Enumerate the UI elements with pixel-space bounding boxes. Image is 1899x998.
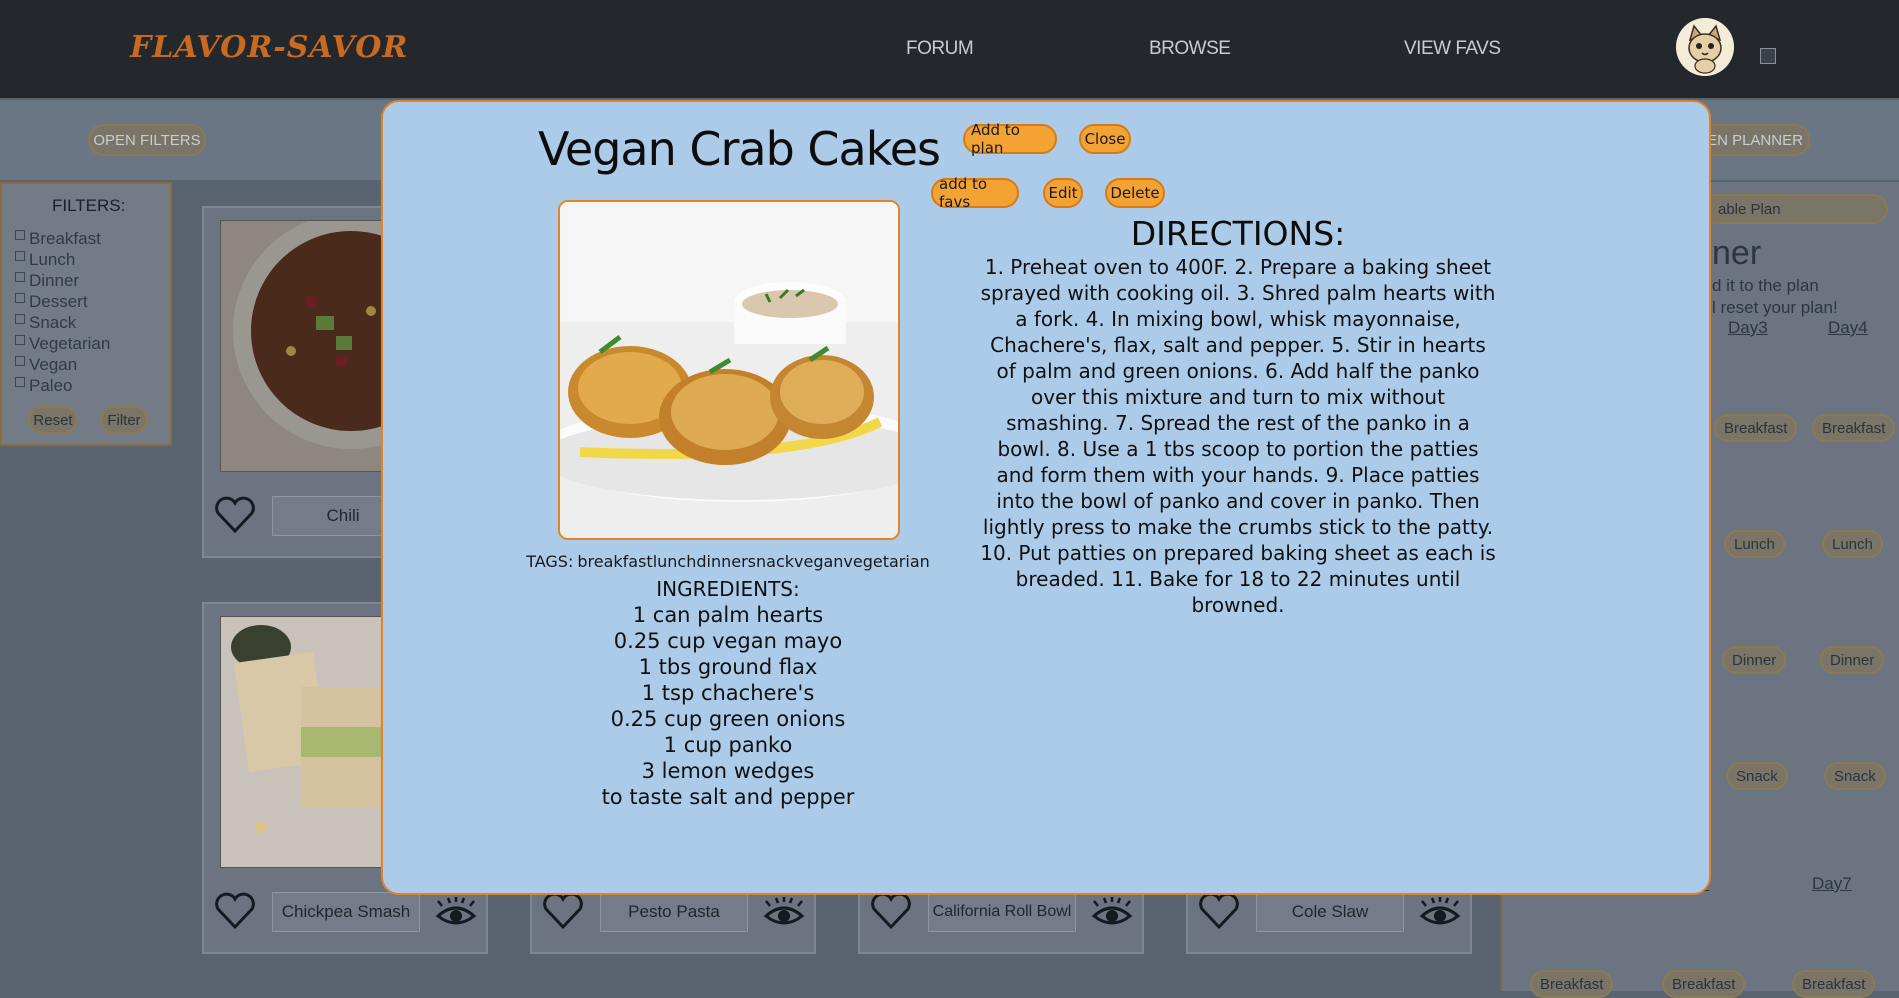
chili-bowl-image — [221, 221, 401, 471]
recipe-card-pesto-pasta[interactable]: Pesto Pasta — [530, 890, 816, 954]
heart-icon[interactable] — [214, 892, 256, 930]
filter-option-vegan[interactable]: Vegan — [15, 354, 110, 375]
nav-view-favs[interactable]: VIEW FAVS — [1404, 38, 1501, 60]
open-planner-button[interactable]: EN PLANNER — [1700, 124, 1810, 156]
planner-hint-line2: l reset your plan! — [1712, 298, 1838, 317]
heart-icon[interactable] — [870, 892, 912, 930]
filter-option-paleo[interactable]: Paleo — [15, 375, 110, 396]
day4-snack-button[interactable]: Snack — [1824, 762, 1886, 790]
ingredients-list: 1 can palm hearts 0.25 cup vegan mayo 1 … — [483, 602, 973, 810]
checkbox[interactable] — [15, 292, 25, 303]
eye-icon[interactable] — [762, 896, 806, 928]
checkbox[interactable] — [15, 355, 25, 366]
filter-list: Breakfast Lunch Dinner Dessert Snack Veg… — [15, 228, 110, 396]
checkbox[interactable] — [15, 250, 25, 261]
recipe-card-california-roll-bowl[interactable]: California Roll Bowl — [858, 890, 1144, 954]
delete-button[interactable]: Delete — [1105, 178, 1165, 208]
ingredient-item: to taste salt and pepper — [601, 785, 855, 809]
filter-option-breakfast[interactable]: Breakfast — [15, 228, 110, 249]
day4-dinner-button[interactable]: Dinner — [1820, 646, 1885, 674]
ingredients-section: INGREDIENTS: 1 can palm hearts 0.25 cup … — [483, 576, 973, 810]
filters-title: FILTERS: — [52, 196, 126, 215]
heart-icon[interactable] — [1198, 892, 1240, 930]
recipe-detail-modal: Vegan Crab Cakes Add to plan Close add t… — [381, 100, 1711, 895]
close-button[interactable]: Close — [1079, 124, 1131, 154]
open-filters-button[interactable]: OPEN FILTERS — [88, 124, 206, 156]
ingredient-item: 3 lemon wedges — [641, 759, 815, 783]
day3-lunch-button[interactable]: Lunch — [1724, 530, 1785, 558]
nav-forum[interactable]: FORUM — [906, 38, 974, 60]
avatar[interactable] — [1676, 18, 1734, 76]
day4-breakfast-button[interactable]: Breakfast — [1812, 414, 1896, 442]
checkbox[interactable] — [15, 334, 25, 345]
table-plan-button[interactable]: able Plan — [1702, 194, 1888, 224]
day3-dinner-button[interactable]: Dinner — [1722, 646, 1787, 674]
planner-hint-line1: d it to the plan — [1712, 276, 1819, 295]
day7-breakfast-button[interactable]: Breakfast — [1792, 970, 1876, 998]
recipe-image[interactable] — [220, 616, 402, 868]
day5-breakfast-button[interactable]: Breakfast — [1530, 970, 1614, 998]
recipe-name[interactable]: Pesto Pasta — [600, 892, 748, 932]
filter-option-lunch[interactable]: Lunch — [15, 249, 110, 270]
checkbox[interactable] — [15, 313, 25, 324]
nav-browse[interactable]: BROWSE — [1149, 38, 1231, 60]
tags-label: TAGS: — [526, 552, 574, 571]
site-logo[interactable]: FLAVOR-SAVOR — [130, 30, 408, 65]
reset-button[interactable]: Reset — [28, 406, 78, 434]
filter-button[interactable]: Filter — [100, 406, 148, 434]
recipe-title: Vegan Crab Cakes — [538, 122, 941, 176]
planner-title: ner — [1712, 234, 1762, 272]
eye-icon[interactable] — [434, 896, 478, 928]
filters-panel: FILTERS: Breakfast Lunch Dinner Dessert … — [0, 182, 172, 446]
directions-title: DIRECTIONS: — [1130, 214, 1346, 253]
recipe-tags: TAGS: breakfastlunchdinnersnackveganveget… — [483, 552, 973, 571]
checkbox[interactable] — [15, 229, 25, 240]
recipe-name[interactable]: California Roll Bowl — [928, 892, 1076, 932]
eye-icon[interactable] — [1418, 896, 1462, 928]
directions-text: 1. Preheat oven to 400F. 2. Prepare a ba… — [980, 255, 1496, 617]
checkbox[interactable] — [15, 376, 25, 387]
checkbox[interactable] — [15, 271, 25, 282]
filter-option-dinner[interactable]: Dinner — [15, 270, 110, 291]
ingredient-item: 1 tbs ground flax — [638, 655, 818, 679]
recipe-image — [558, 200, 900, 540]
day3-breakfast-button[interactable]: Breakfast — [1714, 414, 1798, 442]
day7-link[interactable]: Day7 — [1812, 874, 1852, 894]
ingredient-item: 0.25 cup vegan mayo — [613, 629, 843, 653]
filter-option-dessert[interactable]: Dessert — [15, 291, 110, 312]
crab-cakes-photo — [560, 202, 898, 538]
recipe-name[interactable]: Cole Slaw — [1256, 892, 1404, 932]
filter-option-vegetarian[interactable]: Vegetarian — [15, 333, 110, 354]
cat-avatar-icon — [1676, 18, 1734, 76]
day4-link[interactable]: Day4 — [1828, 318, 1868, 338]
ingredients-title: INGREDIENTS: — [656, 577, 800, 601]
day4-lunch-button[interactable]: Lunch — [1822, 530, 1883, 558]
recipe-card-cole-slaw[interactable]: Cole Slaw — [1186, 890, 1472, 954]
ingredient-item: 0.25 cup green onions — [610, 707, 846, 731]
add-to-plan-button[interactable]: Add to plan — [963, 121, 1057, 157]
heart-icon[interactable] — [214, 496, 256, 534]
sandwich-image — [221, 617, 401, 867]
ingredient-item: 1 tsp chachere's — [641, 681, 815, 705]
eye-icon[interactable] — [1090, 896, 1134, 928]
edit-button[interactable]: Edit — [1043, 178, 1083, 208]
tags-value: breakfastlunchdinnersnackveganvegetarian — [577, 552, 930, 571]
heart-icon[interactable] — [542, 892, 584, 930]
ingredient-item: 1 cup panko — [663, 733, 793, 757]
day3-link[interactable]: Day3 — [1728, 318, 1768, 338]
add-to-favs-button[interactable]: add to favs — [931, 175, 1019, 211]
day6-breakfast-button[interactable]: Breakfast — [1662, 970, 1746, 998]
recipe-image[interactable] — [220, 220, 402, 472]
filter-option-snack[interactable]: Snack — [15, 312, 110, 333]
day3-snack-button[interactable]: Snack — [1726, 762, 1788, 790]
recipe-name[interactable]: Chickpea Smash — [272, 892, 420, 932]
ingredient-item: 1 can palm hearts — [632, 603, 824, 627]
broken-image-icon[interactable] — [1760, 48, 1776, 64]
top-nav-bar: FLAVOR-SAVOR FORUM BROWSE VIEW FAVS — [0, 0, 1899, 98]
